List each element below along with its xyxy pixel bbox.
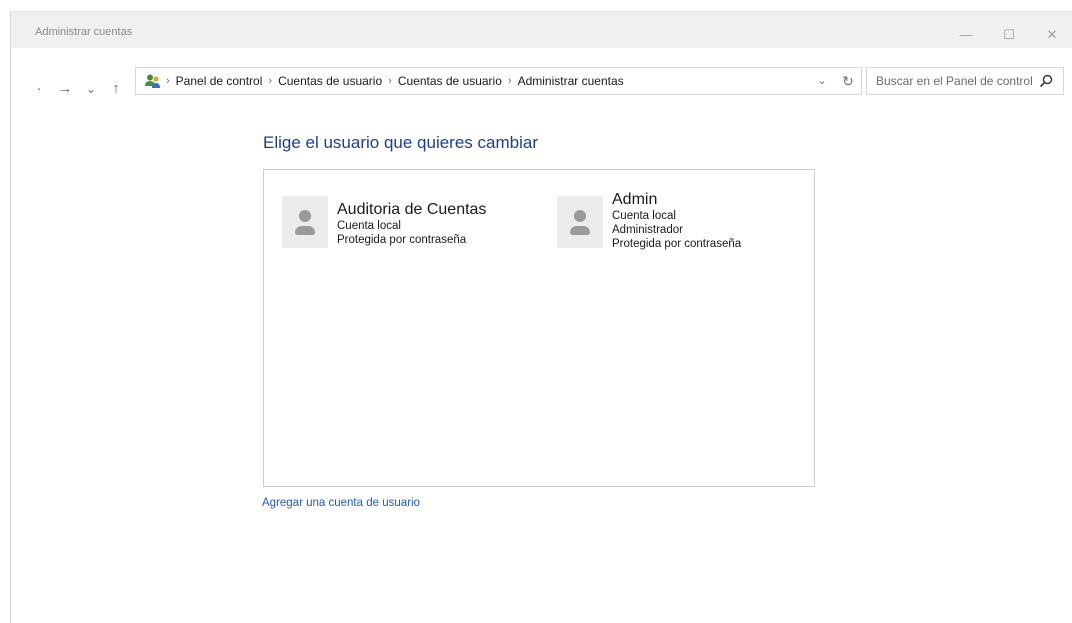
user-avatar-icon <box>282 196 328 248</box>
breadcrumb: › Panel de control › Cuentas de usuario … <box>144 68 624 94</box>
minimize-button[interactable]: — <box>951 25 981 45</box>
accounts-panel: Auditoria de Cuentas Cuenta local Proteg… <box>263 169 815 487</box>
breadcrumb-separator: › <box>268 75 273 87</box>
add-user-account-link[interactable]: Agregar una cuenta de usuario <box>262 497 420 509</box>
account-name: Auditoria de Cuentas <box>337 201 487 218</box>
page-heading: Elige el usuario que quieres cambiar <box>263 133 538 152</box>
refresh-button[interactable]: ↻ <box>838 71 858 91</box>
account-type: Cuenta local <box>612 210 676 222</box>
breadcrumb-cuentas-de-usuario-2[interactable]: Cuentas de usuario <box>398 74 502 88</box>
account-name: Admin <box>612 191 658 208</box>
title-bar: Administrar cuentas — ☐ ✕ <box>11 12 1072 48</box>
address-bar[interactable]: › Panel de control › Cuentas de usuario … <box>135 67 862 95</box>
search-input[interactable] <box>867 68 1038 94</box>
breadcrumb-administrar-cuentas[interactable]: Administrar cuentas <box>518 74 624 88</box>
account-tile-auditoria[interactable]: Auditoria de Cuentas Cuenta local Proteg… <box>282 196 486 248</box>
close-button[interactable]: ✕ <box>1037 25 1067 45</box>
account-type: Cuenta local <box>337 220 401 232</box>
breadcrumb-separator: › <box>388 75 392 87</box>
breadcrumb-panel-de-control[interactable]: Panel de control <box>176 74 263 88</box>
user-avatar-icon <box>557 196 603 248</box>
recent-locations-button[interactable]: ⌄ <box>81 78 101 100</box>
address-dropdown-button[interactable]: ⌄ <box>812 71 832 91</box>
search-icon[interactable] <box>1039 74 1053 88</box>
maximize-button[interactable]: ☐ <box>994 25 1024 45</box>
account-tile-admin[interactable]: Admin Cuenta local Administrador Protegi… <box>557 191 742 251</box>
window-frame-left <box>10 12 11 623</box>
search-box[interactable] <box>866 67 1064 95</box>
user-accounts-icon <box>144 73 162 89</box>
account-role: Administrador <box>612 224 683 236</box>
breadcrumb-cuentas-de-usuario[interactable]: Cuentas de usuario <box>278 74 382 88</box>
account-protection: Protegida por contraseña <box>612 238 742 250</box>
window-title: Administrar cuentas <box>35 26 133 38</box>
up-button[interactable]: ↑ <box>106 78 126 100</box>
back-button[interactable]: · <box>29 78 49 100</box>
account-protection: Protegida por contraseña <box>337 234 467 246</box>
breadcrumb-separator: › <box>507 75 512 87</box>
breadcrumb-separator: › <box>166 75 170 87</box>
forward-button[interactable]: → <box>55 78 75 100</box>
